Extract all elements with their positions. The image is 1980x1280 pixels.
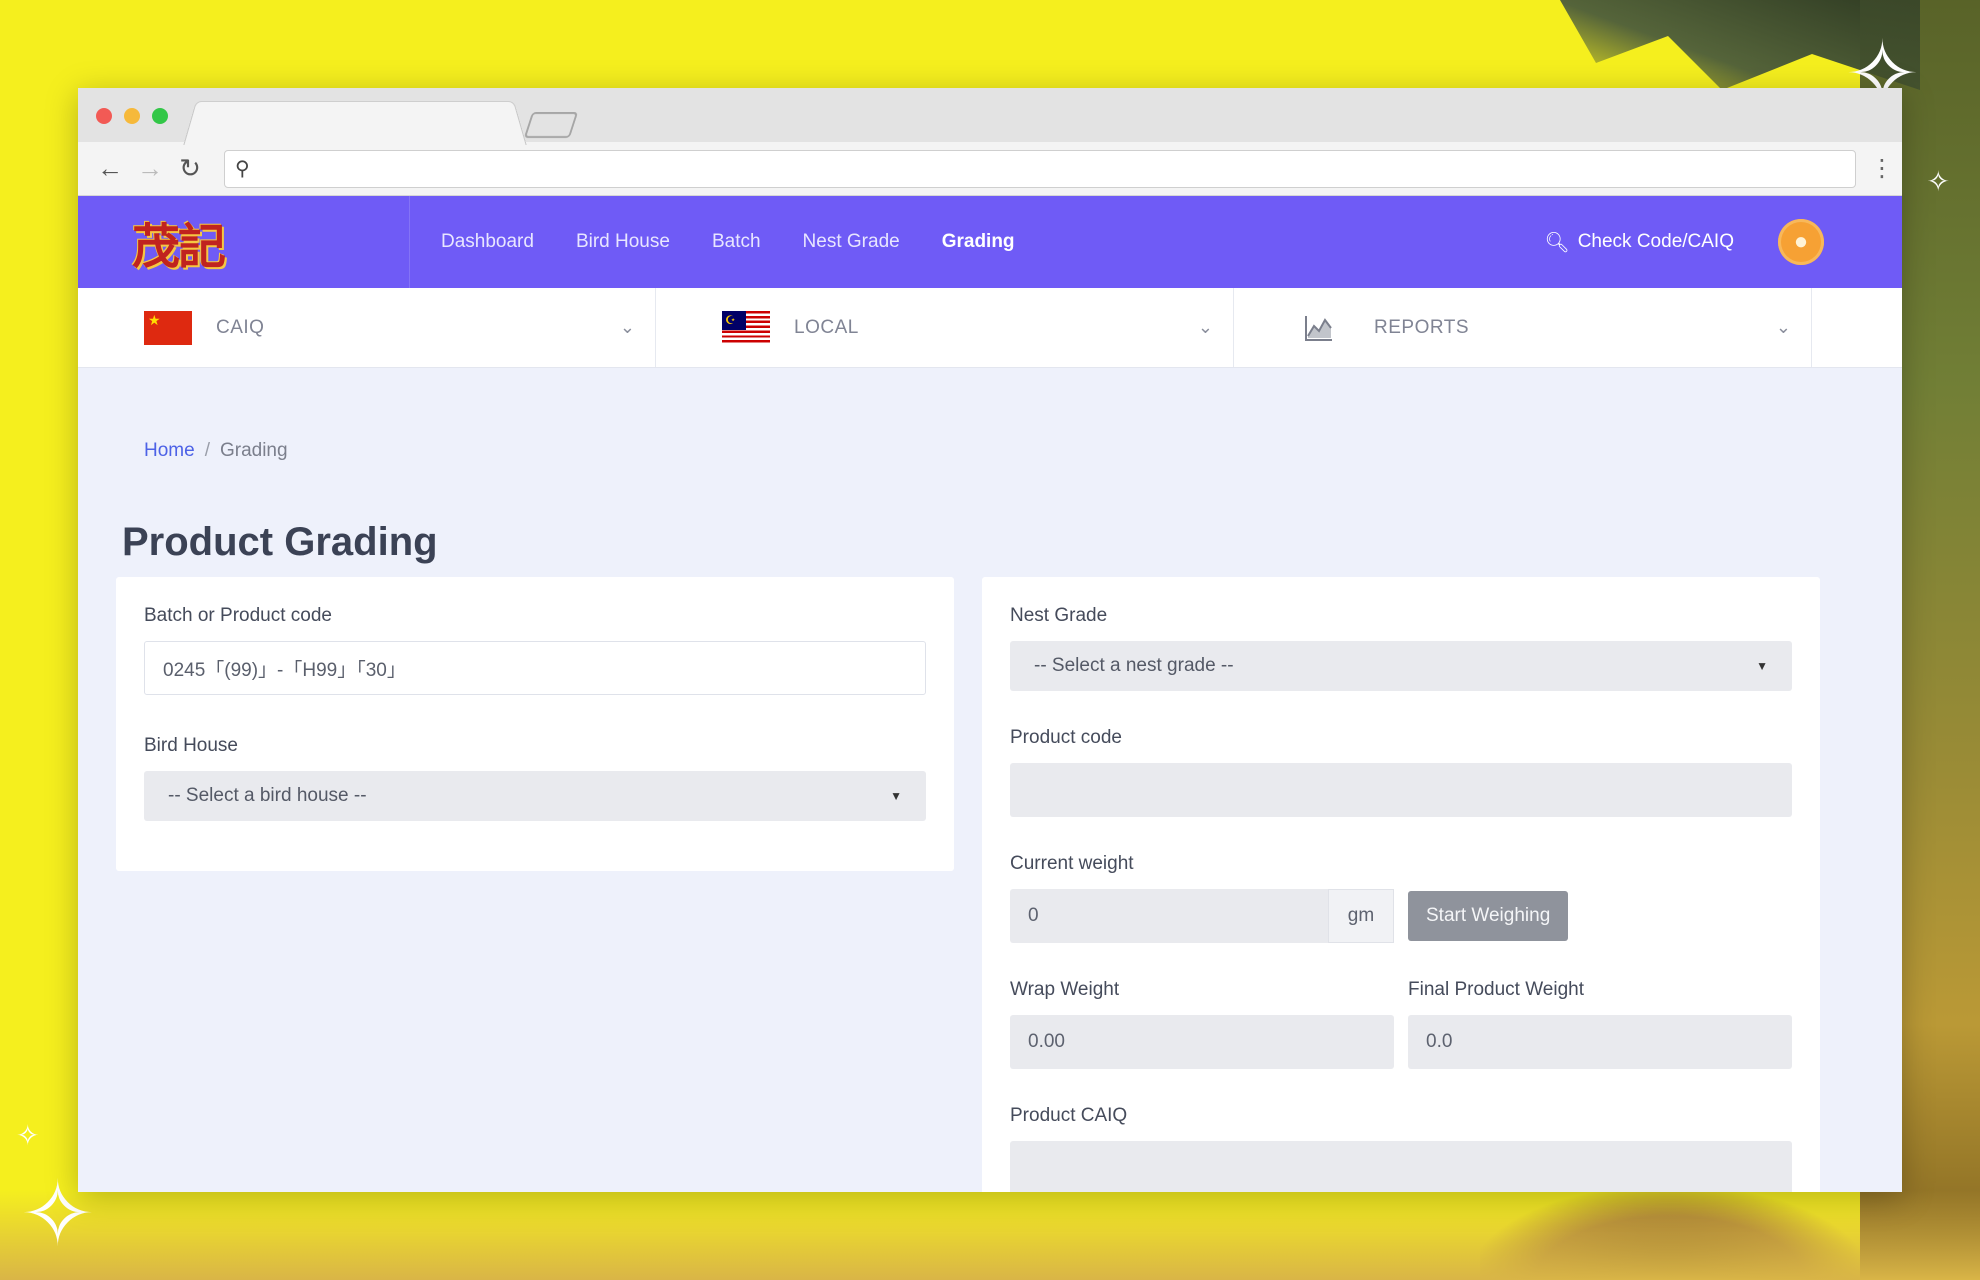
- nav-nest-grade[interactable]: Nest Grade: [782, 231, 921, 253]
- browser-tab-strip: [78, 88, 1902, 142]
- subnav-local-label: LOCAL: [794, 317, 859, 339]
- lightbulb-icon: ●: [1794, 228, 1809, 256]
- minimize-window-button[interactable]: [124, 108, 140, 124]
- close-window-button[interactable]: [96, 108, 112, 124]
- current-weight-value: 0: [1028, 905, 1039, 927]
- product-caiq-label: Product CAIQ: [1010, 1105, 1792, 1127]
- background-sand: [0, 1190, 1980, 1280]
- check-code-label: Check Code/CAIQ: [1578, 231, 1734, 253]
- final-weight-label: Final Product Weight: [1408, 979, 1792, 1001]
- sub-nav: CAIQ ⌄ ☪ LOCAL ⌄ REPORTS ⌄: [78, 288, 1902, 368]
- dropdown-arrow-icon: ▼: [890, 789, 902, 803]
- chevron-down-icon: ⌄: [1198, 317, 1213, 338]
- breadcrumb: Home / Grading: [144, 440, 1902, 462]
- check-code-link[interactable]: 🔍︎ Check Code/CAIQ: [1544, 230, 1734, 255]
- nav-batch[interactable]: Batch: [691, 231, 782, 253]
- chevron-down-icon: ⌄: [620, 317, 635, 338]
- page-title: Product Grading: [122, 520, 1902, 565]
- current-weight-input[interactable]: 0: [1010, 889, 1328, 943]
- wrap-weight-label: Wrap Weight: [1010, 979, 1394, 1001]
- product-code-label: Product code: [1010, 727, 1792, 749]
- subnav-local[interactable]: ☪ LOCAL ⌄: [656, 288, 1234, 367]
- start-weighing-button[interactable]: Start Weighing: [1408, 891, 1568, 941]
- logo-area[interactable]: 茂記: [78, 196, 410, 288]
- form-cards: Batch or Product code 0245「(99)」-「H99」「3…: [144, 577, 1902, 1192]
- maximize-window-button[interactable]: [152, 108, 168, 124]
- nest-grade-select[interactable]: -- Select a nest grade -- ▼: [1010, 641, 1792, 691]
- batch-value: 0245「(99)」-「H99」「30」: [163, 655, 406, 682]
- bird-house-selected: -- Select a bird house --: [168, 785, 367, 807]
- final-weight-group: Final Product Weight 0.0: [1408, 979, 1792, 1069]
- browser-toolbar: ← → ↻ ⚲ ⋮: [78, 142, 1902, 196]
- china-flag-icon: [144, 311, 192, 345]
- main-nav: Dashboard Bird House Batch Nest Grade Gr…: [420, 231, 1036, 253]
- sparkle-icon: ✧: [1927, 168, 1950, 196]
- dropdown-arrow-icon: ▼: [1756, 659, 1768, 673]
- nest-grade-selected: -- Select a nest grade --: [1034, 655, 1234, 677]
- breadcrumb-home[interactable]: Home: [144, 440, 195, 461]
- back-arrow-icon[interactable]: ←: [90, 153, 130, 184]
- subnav-reports[interactable]: REPORTS ⌄: [1234, 288, 1812, 367]
- current-weight-label: Current weight: [1010, 853, 1792, 875]
- forward-arrow-icon[interactable]: →: [130, 153, 170, 184]
- grading-card: Nest Grade -- Select a nest grade -- ▼ P…: [982, 577, 1820, 1192]
- subnav-caiq[interactable]: CAIQ ⌄: [78, 288, 656, 367]
- app-header: 茂記 Dashboard Bird House Batch Nest Grade…: [78, 196, 1902, 288]
- nav-bird-house[interactable]: Bird House: [555, 231, 691, 253]
- browser-menu-icon[interactable]: ⋮: [1870, 154, 1890, 183]
- nav-grading[interactable]: Grading: [921, 231, 1036, 253]
- product-caiq-field[interactable]: [1010, 1141, 1792, 1192]
- current-weight-row: 0 gm Start Weighing: [1010, 889, 1792, 943]
- browser-window: ← → ↻ ⚲ ⋮ 茂記 Dashboard Bird House Batch …: [78, 88, 1902, 1192]
- final-weight-value: 0.0: [1426, 1031, 1452, 1053]
- product-code-field[interactable]: [1010, 763, 1792, 817]
- new-tab-button[interactable]: [524, 112, 578, 138]
- malaysia-flag-icon: ☪: [722, 311, 770, 345]
- brand-logo: 茂記: [132, 207, 224, 277]
- search-icon: ⚲: [235, 156, 250, 181]
- breadcrumb-current: Grading: [220, 440, 288, 461]
- reload-icon[interactable]: ↻: [170, 153, 210, 184]
- nest-grade-label: Nest Grade: [1010, 605, 1792, 627]
- chart-icon: [1304, 314, 1334, 342]
- header-right: 🔍︎ Check Code/CAIQ ●: [1544, 219, 1902, 265]
- sparkle-icon: ✧: [16, 1122, 39, 1150]
- bird-house-select[interactable]: -- Select a bird house -- ▼: [144, 771, 926, 821]
- subnav-reports-label: REPORTS: [1374, 317, 1469, 339]
- weight-unit-addon: gm: [1328, 889, 1394, 943]
- weight-columns: Wrap Weight 0.00 Final Product Weight 0.…: [1010, 979, 1792, 1069]
- subnav-caiq-label: CAIQ: [216, 317, 264, 339]
- main-content: Home / Grading Product Grading Batch or Pr…: [78, 440, 1902, 1192]
- address-bar[interactable]: ⚲: [224, 150, 1856, 188]
- breadcrumb-separator: /: [205, 440, 210, 461]
- wrap-weight-value: 0.00: [1028, 1031, 1065, 1053]
- browser-tab[interactable]: [183, 101, 526, 145]
- user-avatar[interactable]: ●: [1778, 219, 1824, 265]
- batch-input[interactable]: 0245「(99)」-「H99」「30」: [144, 641, 926, 695]
- window-controls: [96, 108, 168, 124]
- wrap-weight-group: Wrap Weight 0.00: [1010, 979, 1394, 1069]
- wrap-weight-field[interactable]: 0.00: [1010, 1015, 1394, 1069]
- bird-house-label: Bird House: [144, 735, 926, 757]
- chevron-down-icon: ⌄: [1776, 317, 1791, 338]
- batch-card: Batch or Product code 0245「(99)」-「H99」「3…: [116, 577, 954, 871]
- nav-dashboard[interactable]: Dashboard: [420, 231, 555, 253]
- final-weight-field[interactable]: 0.0: [1408, 1015, 1792, 1069]
- search-icon: 🔍︎: [1544, 230, 1569, 255]
- batch-label: Batch or Product code: [144, 605, 926, 627]
